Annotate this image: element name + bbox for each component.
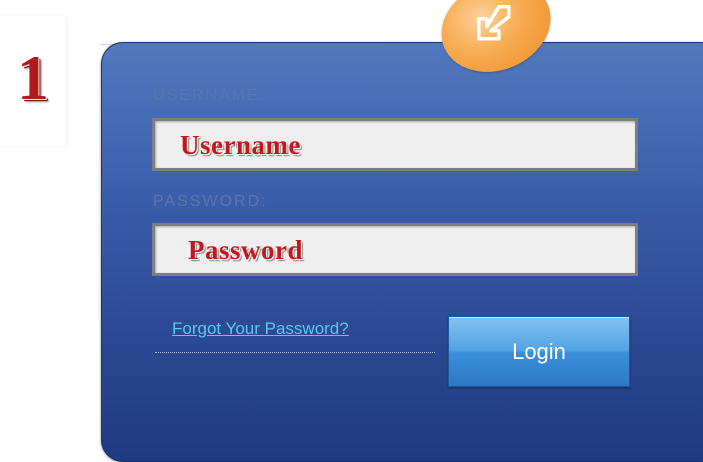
- login-button[interactable]: Login: [448, 316, 630, 387]
- forgot-password-link[interactable]: Forgot Your Password?: [172, 319, 349, 339]
- password-label: PASSWORD:: [153, 193, 268, 210]
- username-label: USERNAME:: [153, 87, 267, 104]
- username-placeholder: Username: [180, 130, 301, 160]
- password-field[interactable]: Password: [152, 223, 638, 276]
- step-number-badge: 1: [0, 16, 66, 146]
- username-field[interactable]: Username: [152, 118, 638, 171]
- arrow-down-left-icon: [477, 5, 511, 41]
- dotted-divider: [155, 352, 435, 353]
- password-placeholder: Password: [188, 235, 304, 265]
- step-number: 1: [17, 42, 49, 113]
